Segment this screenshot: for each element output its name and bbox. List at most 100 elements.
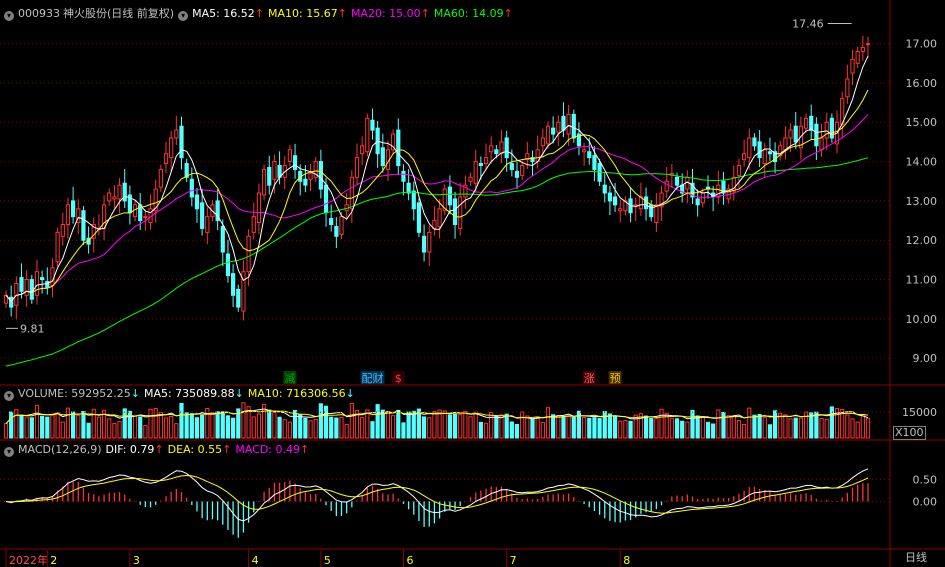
candle-body <box>752 137 757 147</box>
candle-body <box>514 170 520 178</box>
ma20-arrow: ↑ <box>420 7 430 20</box>
candle-body <box>24 279 29 296</box>
candle-body <box>489 145 494 153</box>
volume-bar <box>499 414 504 439</box>
vol-ma5-arrow: ↓ <box>234 387 244 400</box>
volume-bar <box>587 417 592 439</box>
volume-tick-label: 15000 <box>902 406 937 419</box>
volume-bar <box>824 418 829 439</box>
candle-body <box>819 137 824 151</box>
volume-bar <box>329 416 334 439</box>
candle-body <box>566 113 571 135</box>
volume-bar <box>731 415 736 439</box>
candle-body <box>587 151 592 159</box>
volume-bar <box>308 420 313 439</box>
candle-body <box>643 196 649 210</box>
month-label: 4 <box>252 554 259 567</box>
candle-body <box>287 149 292 163</box>
volume-bar <box>582 417 587 439</box>
candle-body <box>65 204 71 225</box>
candle-body <box>308 172 313 180</box>
candle-body <box>55 231 60 263</box>
candle-body <box>556 121 561 133</box>
volume-bar <box>148 408 153 439</box>
macd-arrow: ↑ <box>300 443 310 456</box>
macd-header: ▾ MACD(12,26,9) DIF: 0.79↑ DEA: 0.55↑ MACD: … <box>4 443 313 457</box>
volume-bar <box>220 411 225 439</box>
volume-bar <box>747 407 752 439</box>
candle-body <box>143 216 148 219</box>
volume-bar <box>241 402 246 439</box>
candle-body <box>447 186 453 206</box>
candle-body <box>545 125 551 145</box>
macd-settings-icon[interactable]: ▾ <box>4 447 14 457</box>
candle-body <box>809 115 814 131</box>
volume-bar <box>545 407 551 439</box>
candle-body <box>303 178 308 186</box>
volume-bar <box>783 414 788 439</box>
price-tick-label: 13.00 <box>906 195 938 208</box>
volume-settings-icon[interactable]: ▾ <box>4 391 14 401</box>
ma5-value: MA5: 16.52 <box>192 7 255 20</box>
volume-bar <box>649 417 654 439</box>
volume-bar <box>112 423 117 439</box>
volume-bar <box>370 421 375 439</box>
candle-body <box>452 198 458 225</box>
month-label: 6 <box>406 554 413 567</box>
volume-bar <box>705 421 711 439</box>
event-marker-text: 预 <box>610 372 621 385</box>
candle-body <box>334 225 339 237</box>
volume-bar <box>194 417 200 439</box>
volume-bar <box>65 407 71 439</box>
volume-bar <box>530 418 535 439</box>
ma60-value: MA60: 14.09 <box>433 7 504 20</box>
candle-body <box>504 137 509 159</box>
volume-bar <box>313 418 318 439</box>
dea-arrow: ↑ <box>222 443 232 456</box>
ma20-value: MA20: 15.00 <box>350 7 421 20</box>
macd-label: MACD(12,26,9) <box>18 443 102 456</box>
candle-body <box>163 153 169 165</box>
volume-bar <box>463 410 468 439</box>
volume-bar <box>231 417 236 439</box>
volume-bar <box>158 412 163 439</box>
month-label: 7 <box>510 554 517 567</box>
candle-body <box>174 129 179 139</box>
volume-bar <box>669 418 674 439</box>
volume-bar <box>81 410 86 439</box>
volume-bar <box>349 402 354 439</box>
volume-bar <box>772 410 778 439</box>
candle-body <box>267 166 272 186</box>
candle-body <box>824 121 829 139</box>
volume-bar <box>788 418 793 439</box>
indicator-settings-icon[interactable]: ▾ <box>178 11 189 21</box>
volume-bar <box>654 418 659 439</box>
volume-bar <box>447 414 453 439</box>
volume-bar <box>685 421 690 439</box>
candle-body <box>179 125 184 159</box>
candle-body <box>117 184 122 200</box>
candle-body <box>783 137 788 151</box>
candle-body <box>107 192 112 202</box>
volume-bar <box>138 416 143 439</box>
volume-bar <box>122 408 127 439</box>
volume-bar <box>561 415 566 439</box>
ma5-arrow: ↑ <box>254 7 265 20</box>
price-tick-label: 14.00 <box>906 156 938 169</box>
candle-body <box>695 198 700 206</box>
settings-icon[interactable]: ▾ <box>4 11 14 21</box>
volume-bar <box>256 413 262 439</box>
stock-name: 神火股份(日线 前复权) <box>63 7 175 20</box>
macd-value: MACD: 0.49 <box>235 443 300 456</box>
event-marker-text: 涨 <box>584 372 595 385</box>
volume-bar <box>360 417 365 439</box>
candle-body <box>767 151 773 155</box>
volume-bar <box>117 420 122 439</box>
volume-bar <box>71 411 76 439</box>
volume-bar <box>680 420 685 439</box>
candle-body <box>396 129 401 167</box>
month-label: 3 <box>133 554 140 567</box>
period-label[interactable]: 日线 <box>905 551 927 565</box>
volume-bar <box>24 416 29 439</box>
volume-bar <box>793 417 798 439</box>
